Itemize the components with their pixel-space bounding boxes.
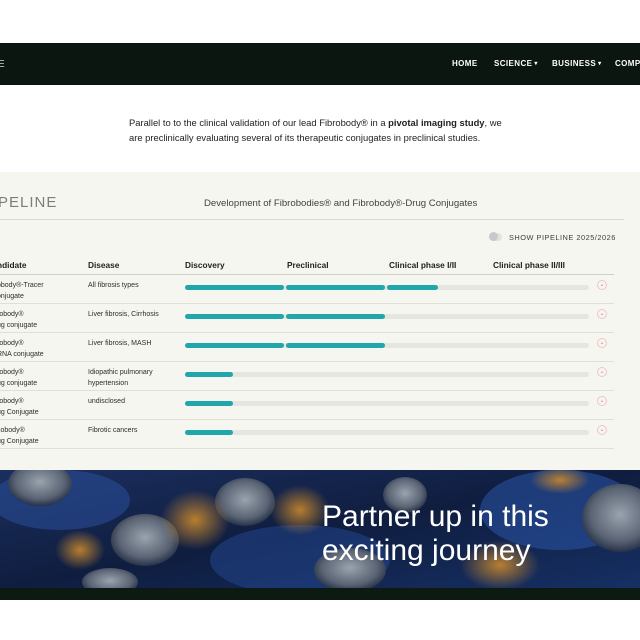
progress-segment xyxy=(286,285,385,290)
footer-band xyxy=(0,588,640,600)
nav-business[interactable]: BUSINESS ▾ xyxy=(552,59,602,68)
progress-segment xyxy=(185,314,284,319)
candidate-line: onjugate xyxy=(0,293,24,300)
hero-headline-line-1: Partner up in this xyxy=(322,500,549,533)
disease-line: Idiopathic pulmonary xyxy=(88,369,153,376)
candidate-line: robody® xyxy=(0,340,24,347)
disease-name: Liver fibrosis, MASH xyxy=(88,338,151,349)
column-header-preclinical: Preclinical xyxy=(287,260,329,270)
pivotal-study-link[interactable]: pivotal imaging study xyxy=(388,117,484,128)
disease-line: Liver fibrosis, Cirrhosis xyxy=(88,311,159,318)
nav-company[interactable]: COMPA xyxy=(615,59,640,68)
toggle-label: SHOW PIPELINE 2025/2026 xyxy=(509,233,616,242)
table-row[interactable]: obody®-Tracer onjugate All fibrosis types ⌄ xyxy=(0,275,640,304)
pipeline-subtitle: Development of Fibrobodies® and Fibrobod… xyxy=(204,198,478,209)
candidate-name: robody® ug conjugate xyxy=(0,309,37,331)
intro-line-1: Parallel to to the clinical validation o… xyxy=(129,115,509,130)
candidate-line: robody® xyxy=(0,398,24,405)
chevron-down-icon[interactable]: ⌄ xyxy=(597,367,607,377)
pipeline-panel: PELINE Development of Fibrobodies® and F… xyxy=(0,172,640,470)
progress-track xyxy=(185,343,589,348)
progress-segment xyxy=(185,430,234,435)
intro-text: Parallel to to the clinical validation o… xyxy=(129,117,389,128)
chevron-down-icon[interactable]: ⌄ xyxy=(597,338,607,348)
chevron-down-icon[interactable]: ⌄ xyxy=(597,280,607,290)
toggle-knob[interactable] xyxy=(489,232,498,241)
column-header-candidate: ndidate xyxy=(0,260,27,270)
page: E HOME SCIENCE▾ BUSINESS▾ COMPA Parallel… xyxy=(0,0,640,640)
nav-company-label: COMPA xyxy=(615,59,640,68)
column-header-disease: Disease xyxy=(88,260,120,270)
nav-science[interactable]: SCIENCE ▾ xyxy=(494,59,538,68)
candidate-name: robody® RNA conjugate xyxy=(0,338,44,360)
table-row[interactable]: robody® ug conjugate Liver fibrosis, Cirrh… xyxy=(0,304,640,333)
candidate-line: ug conjugate xyxy=(0,322,38,329)
chevron-down-icon: ▾ xyxy=(598,61,602,67)
intro-text: , we xyxy=(484,117,502,128)
nav-home[interactable]: HOME xyxy=(452,59,478,68)
progress-track xyxy=(185,430,589,435)
row-divider xyxy=(0,448,614,449)
progress-track xyxy=(185,372,589,377)
chevron-down-icon[interactable]: ⌄ xyxy=(597,309,607,319)
progress-segment xyxy=(286,314,385,319)
candidate-name: cobody® ug Conjugate xyxy=(0,425,39,447)
column-header-phase-1-2: Clinical phase I/II xyxy=(389,260,457,270)
table-row[interactable]: robody® RNA conjugate Liver fibrosis, MASH… xyxy=(0,333,640,362)
hero-headline: Partner up in this exciting journey xyxy=(322,500,549,568)
progress-segment xyxy=(185,285,284,290)
nav-home-label: HOME xyxy=(452,59,478,68)
divider xyxy=(0,219,624,220)
disease-name: Fibrotic cancers xyxy=(88,425,137,436)
candidate-line: robody® xyxy=(0,311,24,318)
disease-line: hypertension xyxy=(88,380,129,387)
candidate-line: cobody® xyxy=(0,427,25,434)
column-header-phase-2-3: Clinical phase II/III xyxy=(493,260,565,270)
disease-name: Idiopathic pulmonary hypertension xyxy=(88,367,153,389)
candidate-line: ug Conjugate xyxy=(0,409,39,416)
disease-line: All fibrosis types xyxy=(88,282,139,289)
progress-segment xyxy=(185,401,234,406)
table-row[interactable]: cobody® ug Conjugate Fibrotic cancers ⌄ xyxy=(0,420,640,449)
intro-paragraph: Parallel to to the clinical validation o… xyxy=(129,115,509,145)
pipeline-title: PELINE xyxy=(0,194,58,211)
top-navigation: E HOME SCIENCE▾ BUSINESS▾ COMPA xyxy=(0,43,640,85)
candidate-name: robody® ug Conjugate xyxy=(0,396,39,418)
candidate-line: RNA conjugate xyxy=(0,351,44,358)
candidate-line: obody®-Tracer xyxy=(0,282,44,289)
chevron-down-icon[interactable]: ⌄ xyxy=(597,396,607,406)
disease-line: Liver fibrosis, MASH xyxy=(88,340,152,347)
hero-headline-line-2: exciting journey xyxy=(322,534,531,567)
chevron-down-icon: ▾ xyxy=(534,61,538,67)
candidate-line: robody® xyxy=(0,369,24,376)
candidate-name: robody® ug conjugate xyxy=(0,367,37,389)
table-row[interactable]: robody® ug conjugate Idiopathic pulmonary h… xyxy=(0,362,640,391)
chevron-down-icon[interactable]: ⌄ xyxy=(597,425,607,435)
disease-name: All fibrosis types xyxy=(88,280,139,291)
disease-line: undisclosed xyxy=(88,398,125,405)
column-header-discovery: Discovery xyxy=(185,260,225,270)
candidate-name: obody®-Tracer onjugate xyxy=(0,280,44,302)
disease-name: Liver fibrosis, Cirrhosis xyxy=(88,309,159,320)
disease-name: undisclosed xyxy=(88,396,125,407)
candidate-line: ug conjugate xyxy=(0,380,38,387)
progress-segment xyxy=(185,343,284,348)
progress-segment xyxy=(185,372,234,377)
disease-line: Fibrotic cancers xyxy=(88,427,138,434)
progress-track xyxy=(185,401,589,406)
progress-track xyxy=(185,285,589,290)
progress-track xyxy=(185,314,589,319)
logo[interactable]: E xyxy=(0,59,5,70)
nav-business-label: BUSINESS xyxy=(552,59,597,68)
hero-banner: Partner up in this exciting journey xyxy=(0,470,640,588)
progress-segment xyxy=(387,285,438,290)
progress-segment xyxy=(286,343,385,348)
table-row[interactable]: robody® ug Conjugate undisclosed ⌄ xyxy=(0,391,640,420)
candidate-line: ug Conjugate xyxy=(0,438,39,445)
intro-line-2: are preclinically evaluating several of … xyxy=(129,132,481,143)
nav-science-label: SCIENCE xyxy=(494,59,533,68)
